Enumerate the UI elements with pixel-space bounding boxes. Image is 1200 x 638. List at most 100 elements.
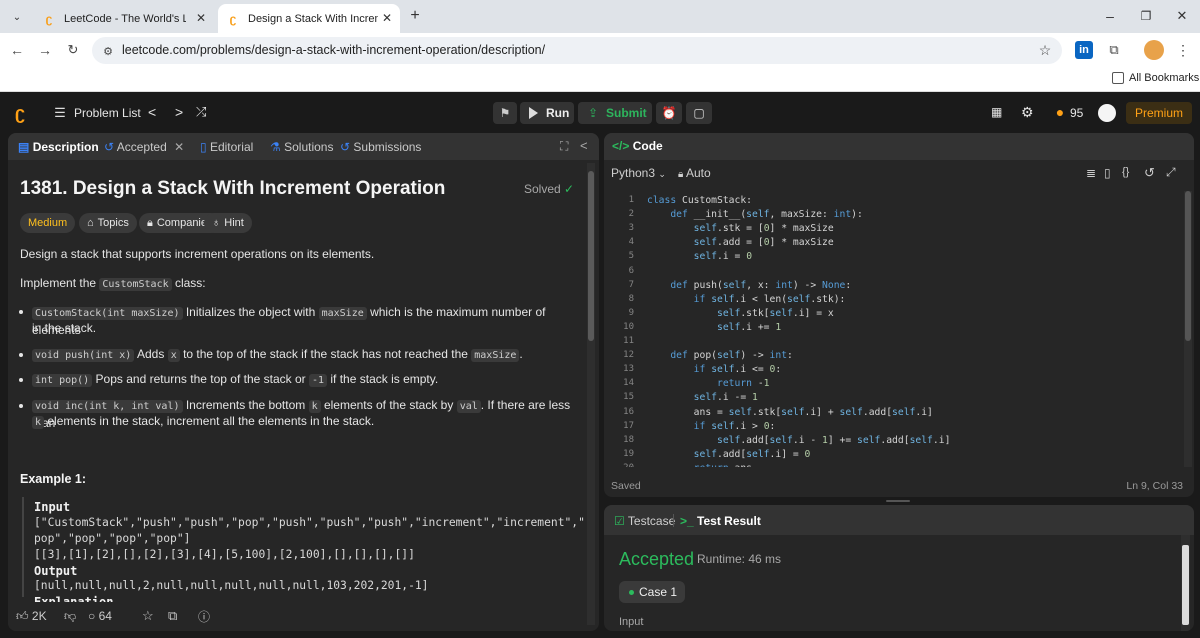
bullet-dot	[19, 404, 23, 408]
code-tab[interactable]: </> Code	[612, 139, 663, 153]
leetcode-navbar: ʗ ☰ Problem List < > ⤮ ⚑ Run ⇪ Submit ⏰ …	[0, 93, 1200, 133]
test-tabs: ☑ Testcase >_ Test Result	[604, 505, 1194, 535]
collapse-icon[interactable]: <	[580, 138, 588, 153]
browser-tab-leetcode[interactable]: ʗ LeetCode - The World's Leading ✕	[34, 4, 214, 33]
format-icon[interactable]: ≣	[1086, 166, 1096, 180]
site-info-icon[interactable]: ⚙	[100, 43, 116, 59]
user-avatar[interactable]	[1098, 104, 1116, 122]
code-editor[interactable]: 1 class CustomStack: 2 def __init__(self, …	[604, 191, 1184, 467]
case-1-button[interactable]: Case 1	[619, 581, 685, 603]
reset-icon[interactable]: ↺	[1144, 165, 1155, 181]
all-bookmarks-link[interactable]: All Bookmarks	[1129, 72, 1199, 84]
hint-button[interactable]: ♁ Hint	[204, 213, 252, 233]
extensions-icon[interactable]: ⧉	[1105, 41, 1123, 59]
debug-icon[interactable]: ⚑	[493, 102, 517, 124]
example-output-label: Output	[34, 564, 78, 578]
browser-menu-icon[interactable]: ⋮	[1176, 41, 1190, 59]
leetcode-logo[interactable]: ʗ	[10, 103, 30, 123]
restore-icon[interactable]: ❐	[1136, 6, 1156, 26]
comment-icon: ○	[88, 609, 96, 623]
minimize-icon[interactable]: –	[1100, 6, 1120, 26]
close-tab-icon[interactable]: ✕	[174, 140, 184, 154]
next-problem-icon[interactable]: >	[175, 104, 183, 120]
tab-submissions[interactable]: ↺ Submissions	[340, 140, 421, 154]
new-tab-button[interactable]: +	[405, 6, 425, 26]
tab-solutions[interactable]: ⚗ Solutions	[270, 140, 333, 154]
streak-count[interactable]: 95	[1070, 106, 1083, 120]
problem-list-link[interactable]: Problem List	[74, 106, 141, 120]
profile-avatar[interactable]	[1144, 40, 1164, 60]
tab-testcase[interactable]: ☑ Testcase	[614, 514, 675, 528]
run-button[interactable]: Run	[520, 102, 574, 124]
share-icon[interactable]: ⧉	[168, 608, 177, 624]
tab-test-result[interactable]: >_ Test Result	[680, 514, 761, 528]
prev-problem-icon[interactable]: <	[148, 104, 156, 120]
browser-toolbar: ← → ↻ ⚙ leetcode.com/problems/design-a-s…	[0, 33, 1200, 67]
example-input-line2: pop","pop","pop","pop"]	[34, 532, 191, 545]
close-tab-icon[interactable]: ✕	[382, 11, 392, 25]
document-icon: ▤	[18, 140, 30, 154]
language-select[interactable]: Python3 ⌄	[611, 166, 666, 180]
action-bar: 👍︎ 2K 👎︎ ○ 64 ☆ ⧉ ⓘ	[8, 602, 587, 631]
code-line: self.i += 1	[717, 321, 782, 333]
expand-icon[interactable]: ⤢	[1166, 165, 1176, 180]
bullet-constructor: CustomStack(int maxSize) Initializes the…	[32, 305, 546, 337]
terminal-icon: >_	[680, 514, 694, 528]
streak-flame-icon: ●	[1055, 104, 1065, 120]
star-icon[interactable]: ☆	[142, 608, 154, 624]
test-scrollbar[interactable]	[1181, 535, 1190, 631]
line-number: 7	[628, 279, 634, 290]
scroll-thumb[interactable]	[588, 171, 594, 341]
back-icon[interactable]: ←	[8, 41, 26, 59]
forward-icon[interactable]: →	[36, 41, 54, 59]
code-tabs: </> Code	[604, 133, 1194, 160]
lightbulb-icon: ♁	[212, 217, 221, 229]
example-input-line1: ["CustomStack","push","push","pop","push…	[34, 516, 585, 529]
help-icon[interactable]: ⓘ	[198, 608, 210, 625]
reload-icon[interactable]: ↻	[64, 41, 82, 59]
panel-resize-handle[interactable]	[886, 500, 910, 502]
comments-button[interactable]: ○ 64	[88, 609, 112, 623]
scroll-thumb[interactable]	[1185, 191, 1191, 341]
premium-button[interactable]: Premium	[1126, 102, 1192, 124]
code-brackets-icon: </>	[612, 139, 630, 153]
fullscreen-icon[interactable]: ⛶	[560, 139, 568, 154]
settings-icon[interactable]: ⚙	[1021, 104, 1034, 121]
bullet-dot	[19, 378, 23, 382]
bookmark-star-icon[interactable]: ☆	[1036, 41, 1054, 59]
tab-description[interactable]: ▤ Description	[18, 140, 99, 154]
leetcode-favicon: ʗ	[45, 11, 53, 26]
linkedin-extension-icon[interactable]: in	[1075, 41, 1093, 59]
timer-icon[interactable]: ⏰	[656, 102, 682, 124]
topics-button[interactable]: ⌂ Topics	[79, 213, 137, 233]
address-bar[interactable]: ⚙ leetcode.com/problems/design-a-stack-w…	[92, 37, 1062, 64]
thumbs-down-icon[interactable]: 👎︎	[64, 609, 76, 624]
example-title: Example 1:	[20, 472, 87, 486]
close-window-icon[interactable]: ✕	[1172, 6, 1192, 26]
notes-icon[interactable]: ▢	[686, 102, 712, 124]
submit-button[interactable]: ⇪ Submit	[578, 102, 652, 124]
left-scrollbar[interactable]	[587, 163, 595, 625]
tab-accepted[interactable]: ↺ Accepted ✕	[104, 140, 184, 154]
tab-search-button[interactable]: ⌄	[8, 8, 26, 26]
close-tab-icon[interactable]: ✕	[196, 11, 206, 25]
auto-mode-toggle[interactable]: 🔒︎ Auto	[678, 166, 711, 180]
tab-editorial[interactable]: ▯ Editorial	[200, 140, 253, 154]
line-number: 11	[623, 336, 634, 346]
code-line: self.add[self.i] = 0	[693, 448, 811, 460]
browser-tab-active[interactable]: ʗ Design a Stack With Increment ✕	[218, 4, 400, 33]
line-number: 20	[604, 463, 634, 467]
bookmark-icon[interactable]: ▯	[1104, 166, 1111, 180]
like-button[interactable]: 👍︎ 2K	[16, 609, 47, 624]
bullet-pop: int pop() Pops and returns the top of th…	[32, 371, 592, 389]
test-result-panel: ☑ Testcase >_ Test Result Accepted Runti…	[604, 505, 1194, 631]
code-line: if self.i < len(self.stk):	[693, 293, 846, 305]
shuffle-icon[interactable]: ⤮	[196, 104, 206, 120]
braces-icon[interactable]: {}	[1122, 166, 1129, 178]
scroll-thumb[interactable]	[1182, 545, 1189, 625]
code-line: if self.i <= 0:	[693, 364, 782, 376]
layout-icon[interactable]: ▦	[991, 105, 1002, 119]
bullet-constructor-cont: in the stack.	[32, 321, 97, 335]
problem-list-icon[interactable]: ☰	[53, 105, 67, 121]
code-scrollbar[interactable]	[1184, 191, 1192, 467]
